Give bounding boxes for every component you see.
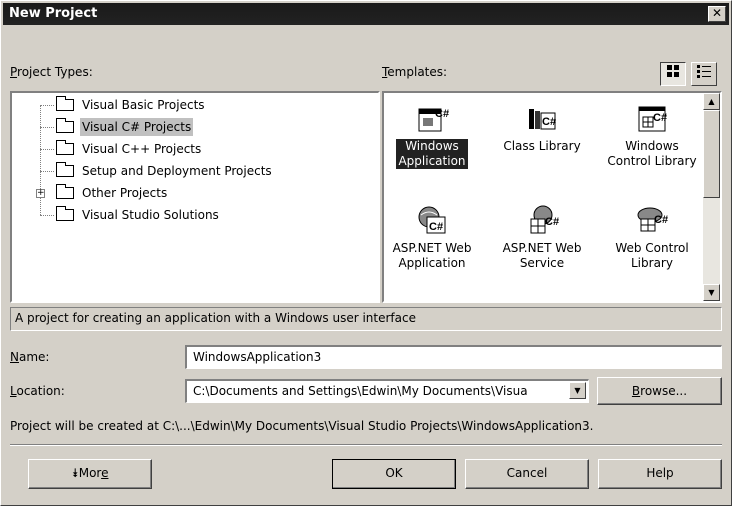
template-aspnet-web-service[interactable]: C# ASP.NET Web Service [494, 205, 590, 271]
browse-button[interactable]: Browse... [597, 377, 722, 405]
new-project-dialog: New Project ✕ Project Types: Templates: … [0, 0, 732, 506]
cancel-button[interactable]: Cancel [465, 459, 589, 489]
scroll-up-button[interactable]: ▲ [703, 93, 720, 110]
tree-line [40, 149, 54, 150]
project-types-tree[interactable]: + Visual Basic Projects Visual C# Projec… [10, 91, 380, 303]
more-button[interactable]: ⯯More [28, 459, 152, 489]
large-icons-view-icon [667, 65, 679, 77]
name-label: Name: [10, 350, 50, 364]
location-dropdown-button[interactable]: ▼ [569, 382, 586, 399]
templates-label: Templates: [382, 65, 448, 79]
project-types-label: Project Types: [10, 65, 93, 79]
project-path-text: Project will be created at C:\...\Edwin\… [10, 419, 594, 433]
svg-text:C#: C# [654, 214, 668, 226]
name-input[interactable]: WindowsApplication3 [185, 345, 722, 369]
ok-button[interactable]: OK [332, 459, 456, 489]
scroll-down-button[interactable]: ▼ [703, 284, 720, 301]
windows-app-icon: C# [415, 103, 449, 135]
list-view-button[interactable] [691, 62, 717, 86]
tree-line [40, 215, 54, 216]
templates-scrollbar[interactable]: ▲ ▼ [703, 93, 720, 301]
folder-icon [56, 162, 74, 177]
dialog-title: New Project [9, 6, 98, 21]
template-web-control-library[interactable]: C# Web Control Library [604, 205, 700, 271]
location-label: Location: [10, 384, 65, 398]
double-chevron-down-icon: ⯯ [71, 466, 79, 480]
windows-control-library-icon: C# [635, 103, 669, 135]
folder-icon [56, 140, 74, 155]
template-class-library[interactable]: C# Class Library [494, 103, 590, 154]
folder-icon [56, 184, 74, 199]
svg-text:C#: C# [545, 216, 559, 228]
expand-other-projects-button[interactable]: + [36, 189, 45, 198]
svg-text:C#: C# [435, 108, 449, 120]
location-combo[interactable]: C:\Documents and Settings\Edwin\My Docum… [185, 379, 589, 403]
svg-text:C#: C# [429, 221, 443, 233]
close-button[interactable]: ✕ [708, 6, 726, 22]
folder-icon [56, 206, 74, 221]
close-icon: ✕ [711, 6, 723, 20]
svg-text:C#: C# [542, 116, 556, 128]
web-service-icon: C# [525, 205, 559, 237]
templates-list[interactable]: C# Windows Application C# Class Library C… [382, 91, 722, 303]
svg-text:C#: C# [653, 112, 667, 124]
tree-line [40, 171, 54, 172]
large-icons-view-button[interactable] [660, 62, 686, 86]
scroll-thumb[interactable] [703, 110, 720, 198]
tree-line [40, 105, 41, 215]
web-control-library-icon: C# [635, 205, 669, 237]
list-view-icon [697, 65, 711, 78]
title-bar[interactable]: New Project ✕ [3, 3, 729, 25]
template-description: A project for creating an application wi… [10, 307, 722, 331]
class-library-icon: C# [525, 103, 559, 135]
tree-line [40, 105, 54, 106]
folder-icon [56, 96, 74, 111]
open-folder-icon [56, 118, 74, 133]
separator [10, 444, 722, 446]
template-windows-application[interactable]: C# Windows Application [384, 103, 480, 169]
tree-line [40, 127, 54, 128]
template-windows-control-library[interactable]: C# Windows Control Library [604, 103, 700, 169]
help-button[interactable]: Help [598, 459, 722, 489]
template-aspnet-web-application[interactable]: C# ASP.NET Web Application [384, 205, 480, 271]
chevron-down-icon: ▼ [574, 386, 581, 395]
web-app-icon: C# [415, 205, 449, 237]
location-value: C:\Documents and Settings\Edwin\My Docum… [193, 384, 528, 398]
